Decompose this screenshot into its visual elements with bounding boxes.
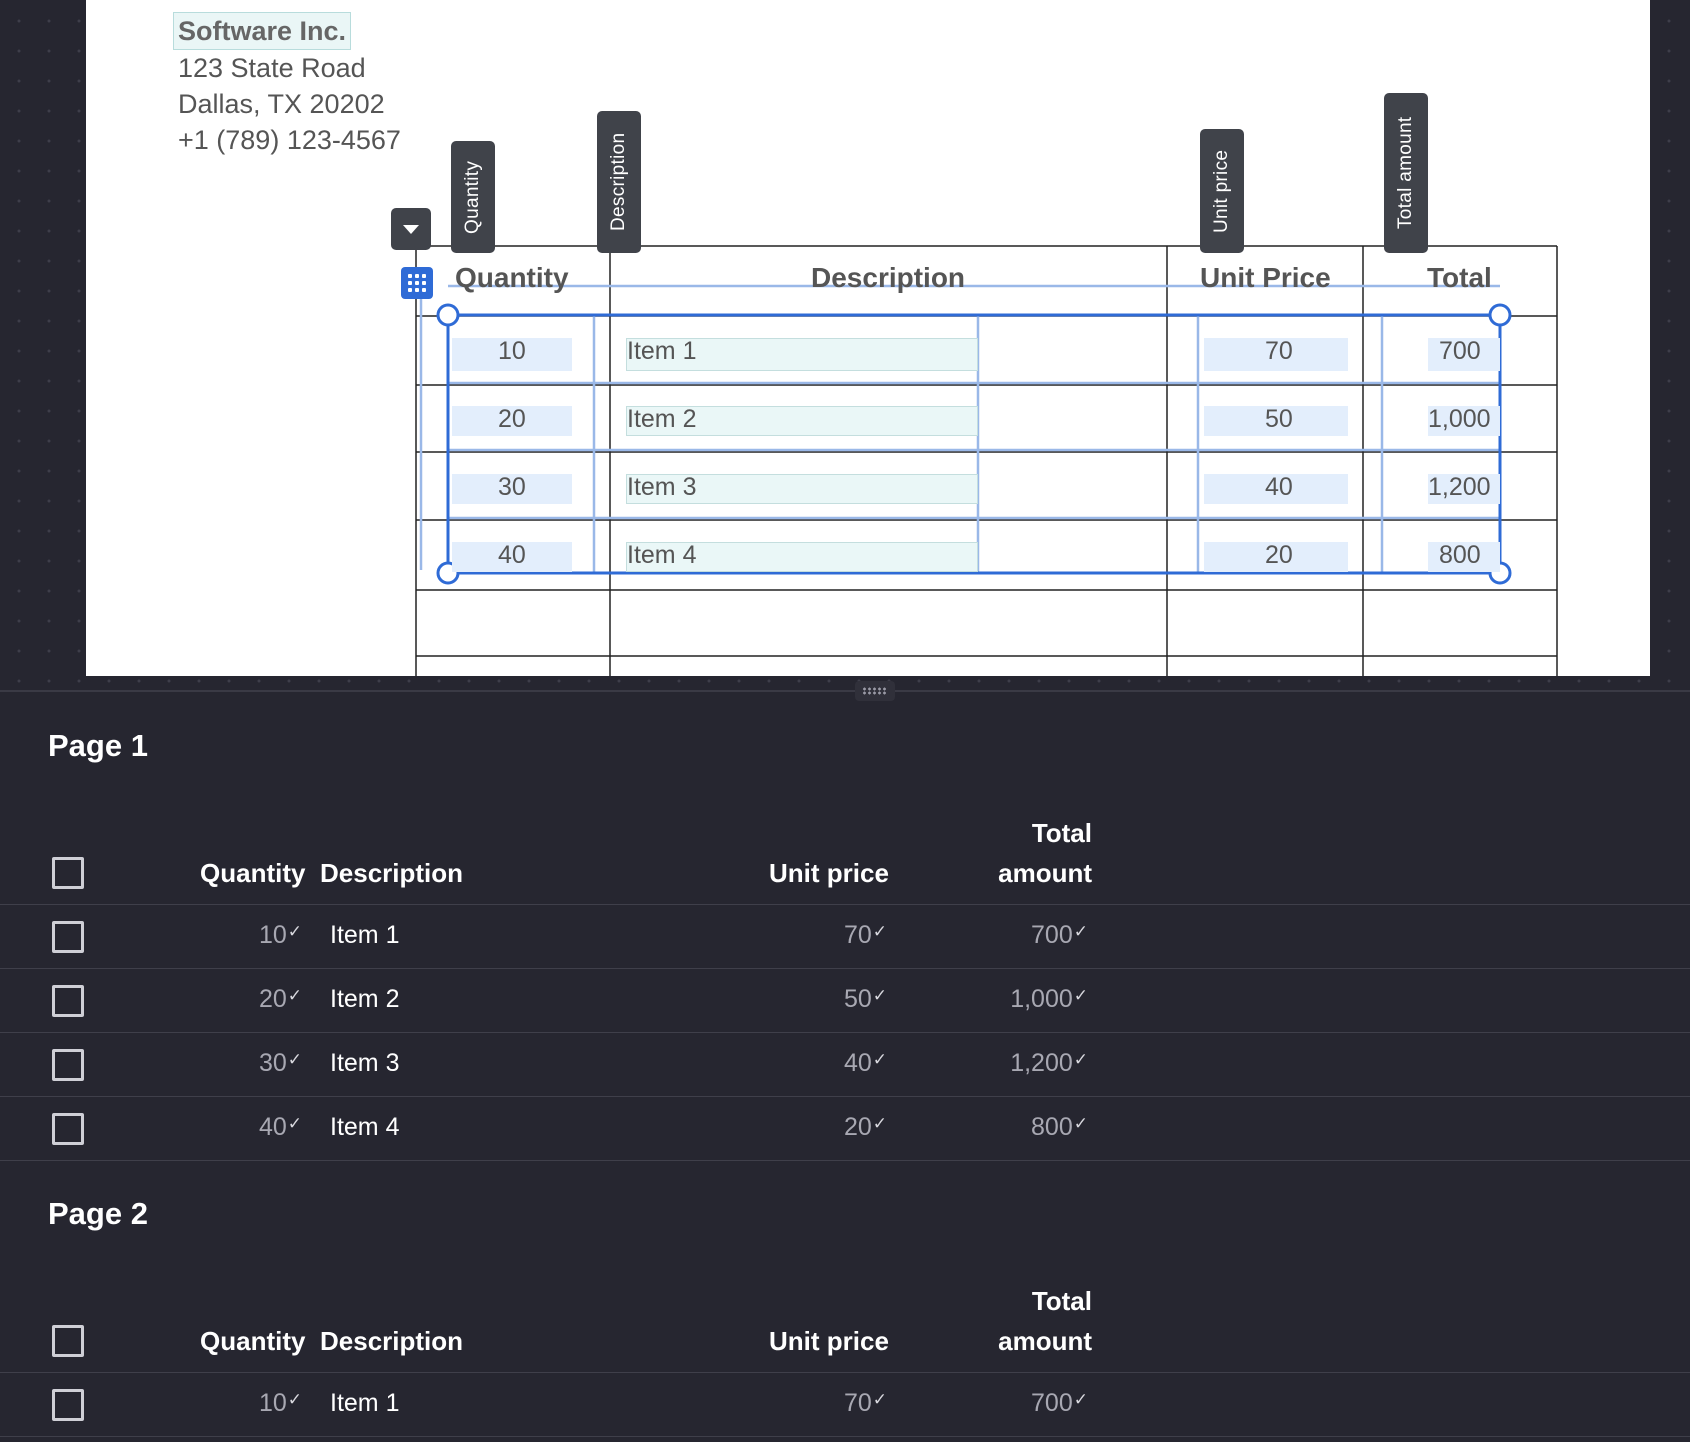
select-all-checkbox[interactable] (52, 1325, 84, 1357)
row-checkbox[interactable] (52, 1113, 84, 1145)
document-canvas: Software Inc. 123 State Road Dallas, TX … (0, 0, 1690, 692)
header-total-line2: amount (998, 1326, 1092, 1356)
doc-cell-quantity: 30 (498, 473, 526, 501)
check-icon: ✓ (872, 1114, 887, 1133)
page-title: Page 1 (48, 728, 148, 763)
header-description: Description (320, 858, 464, 888)
header-quantity: Quantity (200, 1326, 306, 1356)
column-tag-description[interactable]: Description (597, 111, 641, 253)
select-all-checkbox[interactable] (52, 857, 84, 889)
check-icon: ✓ (287, 922, 302, 941)
check-icon: ✓ (872, 1050, 887, 1069)
row-divider (0, 1096, 1690, 1097)
row-quantity[interactable]: 10✓ (200, 921, 302, 950)
header-total-amount: Total amount (996, 1281, 1092, 1361)
check-icon: ✓ (1073, 922, 1088, 941)
doc-cell-unit-price: 70 (1265, 337, 1293, 365)
row-unit-price[interactable]: 70✓ (780, 921, 887, 950)
row-description[interactable]: Item 2 (330, 985, 399, 1014)
header-description: Description (320, 1326, 464, 1356)
row-unit-price[interactable]: 70✓ (780, 1389, 887, 1418)
row-divider (0, 1436, 1690, 1437)
row-total[interactable]: 700✓ (960, 1389, 1088, 1418)
column-tag-quantity[interactable]: Quantity (451, 141, 495, 253)
check-icon: ✓ (287, 1114, 302, 1133)
doc-header-quantity: Quantity (455, 262, 569, 293)
header-unit-price: Unit price (769, 1326, 889, 1356)
doc-cell-unit-price: 40 (1265, 473, 1293, 501)
doc-cell-quantity: 40 (498, 541, 526, 569)
doc-header-description: Description (811, 262, 966, 293)
document-page: Software Inc. 123 State Road Dallas, TX … (86, 0, 1650, 676)
row-description[interactable]: Item 3 (330, 1049, 399, 1078)
row-checkbox[interactable] (52, 1389, 84, 1421)
row-quantity[interactable]: 30✓ (200, 1049, 302, 1078)
row-divider (0, 1032, 1690, 1033)
check-icon: ✓ (1073, 1390, 1088, 1409)
doc-cell-total: 1,000 (1428, 405, 1491, 433)
check-icon: ✓ (872, 986, 887, 1005)
header-total-line1: Total (1031, 818, 1092, 848)
header-total-amount: Total amount (996, 813, 1092, 893)
check-icon: ✓ (1073, 1050, 1088, 1069)
header-unit-price: Unit price (769, 858, 889, 888)
check-icon: ✓ (872, 1390, 887, 1409)
resize-handle-top-right (1488, 303, 1512, 327)
row-total[interactable]: 700✓ (960, 921, 1088, 950)
row-total[interactable]: 800✓ (960, 1113, 1088, 1142)
header-total-line1: Total (1031, 1286, 1092, 1316)
doc-cell-quantity: 10 (498, 337, 526, 365)
drag-handle-icon[interactable] (855, 681, 895, 701)
row-checkbox[interactable] (52, 985, 84, 1017)
check-icon: ✓ (287, 1050, 302, 1069)
header-total-line2: amount (998, 858, 1092, 888)
doc-cell-description: Item 3 (627, 473, 697, 501)
doc-cell-unit-price: 20 (1265, 541, 1293, 569)
row-checkbox[interactable] (52, 921, 84, 953)
check-icon: ✓ (287, 1390, 302, 1409)
doc-cell-quantity: 20 (498, 405, 526, 433)
row-unit-price[interactable]: 50✓ (780, 985, 887, 1014)
row-divider (0, 1160, 1690, 1161)
header-quantity: Quantity (200, 858, 306, 888)
row-quantity[interactable]: 40✓ (200, 1113, 302, 1142)
doc-cell-description: Item 1 (627, 337, 697, 365)
doc-cell-description: Item 4 (627, 541, 697, 569)
row-divider (0, 1372, 1690, 1373)
table-dropdown-button[interactable] (391, 208, 431, 250)
doc-cell-description: Item 2 (627, 405, 697, 433)
chevron-down-icon (403, 224, 419, 234)
row-unit-price[interactable]: 40✓ (780, 1049, 887, 1078)
check-icon: ✓ (1073, 1114, 1088, 1133)
row-description[interactable]: Item 1 (330, 1389, 399, 1418)
row-quantity[interactable]: 10✓ (200, 1389, 302, 1418)
row-total[interactable]: 1,200✓ (960, 1049, 1088, 1078)
check-icon: ✓ (872, 922, 887, 941)
row-divider (0, 904, 1690, 905)
column-tag-total-amount[interactable]: Total amount (1384, 93, 1428, 253)
row-quantity[interactable]: 20✓ (200, 985, 302, 1014)
resize-handle-top-left (436, 303, 460, 327)
row-description[interactable]: Item 1 (330, 921, 399, 950)
doc-header-unit-price: Unit Price (1200, 262, 1331, 293)
panel-splitter[interactable] (0, 690, 1690, 692)
doc-cell-unit-price: 50 (1265, 405, 1293, 433)
check-icon: ✓ (1073, 986, 1088, 1005)
row-checkbox[interactable] (52, 1049, 84, 1081)
row-description[interactable]: Item 4 (330, 1113, 399, 1142)
doc-header-total: Total (1427, 262, 1492, 293)
doc-cell-total: 700 (1439, 337, 1481, 365)
table-grid-button[interactable] (401, 267, 433, 299)
column-tag-unit-price[interactable]: Unit price (1200, 129, 1244, 253)
row-divider (0, 968, 1690, 969)
check-icon: ✓ (287, 986, 302, 1005)
doc-cell-total: 800 (1439, 541, 1481, 569)
row-unit-price[interactable]: 20✓ (780, 1113, 887, 1142)
page-title: Page 2 (48, 1196, 148, 1231)
doc-cell-total: 1,200 (1428, 473, 1491, 501)
row-total[interactable]: 1,000✓ (960, 985, 1088, 1014)
